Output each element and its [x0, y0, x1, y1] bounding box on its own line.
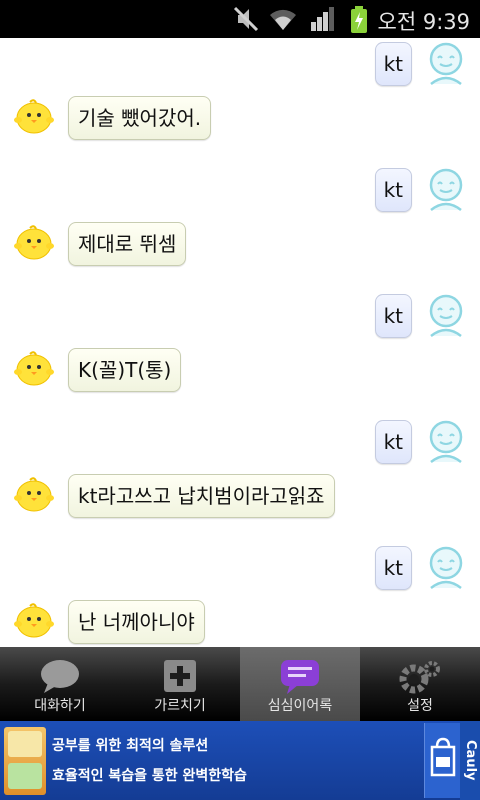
message-row-bot: 제대로 뛰셈 [0, 222, 480, 272]
tab-quotes[interactable]: 심심이어록 [240, 647, 360, 721]
message-row-user: kt [0, 418, 480, 468]
plus-box-icon [164, 660, 196, 692]
ad-headline: 공부를 위한 최적의 솔루션 [52, 738, 209, 754]
ad-thumbnail [4, 727, 46, 795]
mute-icon [233, 6, 259, 32]
user-avatar-icon [429, 168, 463, 212]
user-message-bubble[interactable]: kt [374, 546, 412, 590]
message-row-user: kt [0, 544, 480, 594]
tab-chat-label: 대화하기 [34, 698, 86, 714]
bot-chick-avatar-icon [14, 99, 54, 134]
message-row-bot: 기술 뺐어갔어. [0, 96, 480, 146]
bot-chick-avatar-icon [14, 225, 54, 260]
tab-settings-label: 설정 [407, 698, 433, 714]
bot-chick-avatar-icon [14, 603, 54, 638]
message-row-user: kt [0, 292, 480, 342]
user-avatar-icon [429, 294, 463, 338]
user-message-bubble[interactable]: kt [374, 420, 412, 464]
tab-teach-label: 가르치기 [154, 698, 206, 714]
shopping-bag-icon [430, 737, 456, 777]
message-row-user: kt [0, 40, 480, 90]
user-avatar-icon [429, 420, 463, 464]
signal-icon [311, 7, 334, 31]
clock-time: 오전 9:39 [377, 10, 470, 34]
ad-brand-label: Cauly [460, 721, 480, 800]
user-message-bubble[interactable]: kt [374, 42, 412, 86]
bot-message-bubble[interactable]: K(꼴)T(통) [68, 348, 182, 392]
bot-message-bubble[interactable]: 난 너께아니야 [68, 600, 205, 644]
bot-chick-avatar-icon [14, 351, 54, 386]
speech-bubble-icon [41, 660, 79, 693]
bot-message-bubble[interactable]: 제대로 뛰셈 [68, 222, 187, 266]
bottom-tab-bar: 대화하기 가르치기 심심이어록 설정 [0, 647, 480, 721]
tab-teach[interactable]: 가르치기 [120, 647, 240, 721]
tab-quotes-label: 심심이어록 [267, 698, 333, 714]
ad-subline: 효율적인 복습을 통한 완벽한학습 [52, 768, 247, 784]
chat-area[interactable]: kt 기술 뺐어갔어. kt 제대로 뛰셈 kt K(꼴)T(통) kt kt라… [0, 38, 480, 647]
bot-chick-avatar-icon [14, 477, 54, 512]
status-bar: 오전 9:39 [0, 0, 480, 38]
user-avatar-icon [429, 42, 463, 86]
bot-message-bubble[interactable]: kt라고쓰고 납치범이라고읽죠 [68, 474, 335, 518]
message-row-bot: kt라고쓰고 납치범이라고읽죠 [0, 474, 480, 524]
wifi-icon [270, 9, 296, 30]
tab-settings[interactable]: 설정 [360, 647, 480, 721]
tab-chat[interactable]: 대화하기 [0, 647, 120, 721]
ad-banner[interactable]: 공부를 위한 최적의 솔루션 효율적인 복습을 통한 완벽한학습 Cauly [0, 721, 480, 800]
message-row-bot: K(꼴)T(통) [0, 348, 480, 398]
user-avatar-icon [429, 546, 463, 590]
user-message-bubble[interactable]: kt [374, 168, 412, 212]
ad-shop-button[interactable] [424, 723, 460, 798]
message-row-bot: 난 너께아니야 [0, 600, 480, 647]
bot-message-bubble[interactable]: 기술 뺐어갔어. [68, 96, 212, 140]
user-message-bubble[interactable]: kt [374, 294, 412, 338]
battery-charging-icon [351, 6, 367, 33]
message-row-user: kt [0, 166, 480, 216]
chat-list-icon [281, 660, 319, 694]
gear-icon [399, 661, 440, 694]
